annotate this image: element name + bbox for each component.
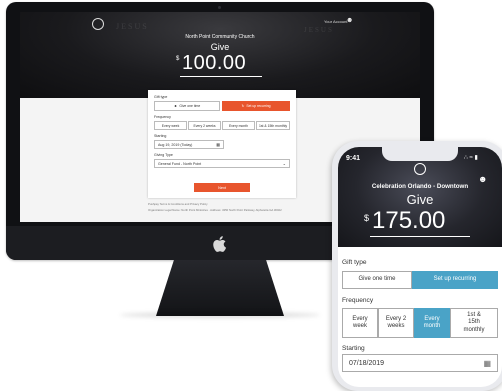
frequency-every-month[interactable]: Every month [414,308,450,338]
footer-legal: Organization Legal Name: North Point Min… [148,208,282,212]
church-name: North Point Community Church [185,34,255,40]
frequency-label: Frequency [342,297,374,304]
give-one-time-button[interactable]: Give one time [342,271,412,289]
give-one-time-button[interactable]: ☻ Give one time [154,101,220,111]
page-title: Give [406,192,434,207]
frequency-every-week[interactable]: Every week [342,308,378,338]
starting-date-input[interactable]: 07/18/2019 ▦ [342,354,498,372]
person-icon[interactable]: ☻ [346,17,353,24]
giving-type-label: Giving Type [154,153,173,157]
recurring-icon: ↻ [241,104,245,108]
amount-input[interactable]: 175.00 [372,207,445,235]
hero-background-text: JESUS [116,22,149,31]
camera-icon [218,6,221,9]
status-icons: ∴ ≈ ▮ [464,155,478,161]
frequency-label: Frequency [154,115,171,119]
currency-symbol: $ [364,213,370,223]
apple-logo-icon [213,236,227,252]
status-time: 9:41 [346,155,361,162]
footer-terms[interactable]: Pushpay Terms & Conditions and Privacy P… [148,202,208,206]
user-icon: ☻ [173,104,178,108]
amount-underline [180,76,262,77]
set-up-recurring-button[interactable]: Set up recurring [412,271,498,289]
church-logo-icon[interactable] [92,18,104,30]
mobile-screen: 9:41 ∴ ≈ ▮ ☻ Celebration Orlando - Downt… [338,147,502,387]
gift-type-label: Gift type [154,95,168,99]
frequency-1st-15th[interactable]: 1st & 15th monthly [256,121,290,130]
imac-stand [156,260,284,316]
giving-form: Gift type ☻ Give one time ↻ Set up recurri… [148,90,296,198]
giving-type-select[interactable]: General Fund - North Point ⌄ [154,159,290,168]
church-logo-icon[interactable] [414,163,426,175]
starting-date-input[interactable]: Aug 19, 2019 (Today) ▦ [154,140,224,149]
next-button[interactable]: Next [194,183,250,192]
calendar-icon[interactable]: ▦ [216,142,220,147]
account-link[interactable]: Your Account [324,19,347,24]
frequency-every-month[interactable]: Every month [222,121,255,130]
church-name: Celebration Orlando - Downtown [371,183,469,190]
amount-underline [370,236,470,238]
starting-label: Starting [342,345,365,352]
starting-label: Starting [154,134,167,138]
frequency-every-week[interactable]: Every week [154,121,187,130]
hero-background-text: JESUS [304,26,334,34]
chevron-down-icon: ⌄ [282,161,286,166]
frequency-every-2-weeks[interactable]: Every 2 weeks [378,308,414,338]
frequency-every-2-weeks[interactable]: Every 2 weeks [188,121,221,130]
set-up-recurring-button[interactable]: ↻ Set up recurring [222,101,290,111]
imac-stand-shadow [120,312,320,318]
gift-type-label: Gift type [342,259,367,266]
phone-notch [382,147,458,161]
calendar-icon[interactable]: ▦ [483,359,491,368]
amount-input[interactable]: 100.00 [182,52,246,75]
frequency-1st-15th[interactable]: 1st & 15th monthly [450,308,498,338]
currency-symbol: $ [176,56,180,62]
page-title: Give [210,42,230,52]
